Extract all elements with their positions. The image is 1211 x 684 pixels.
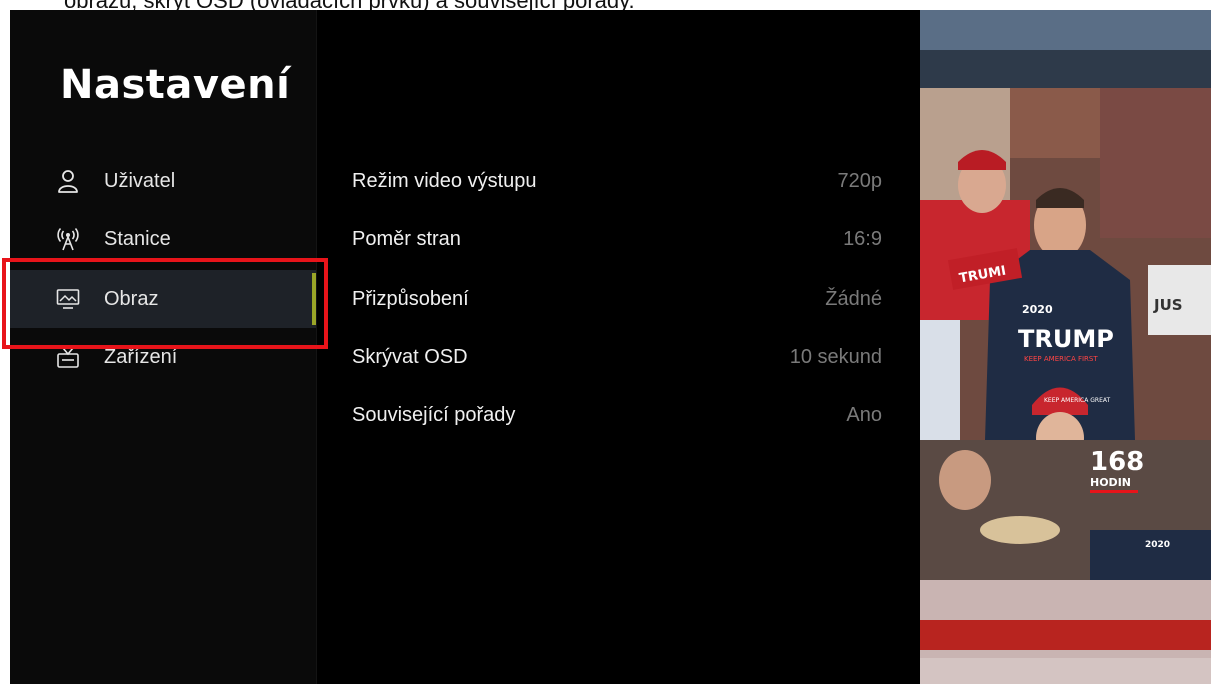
sidebar-item-devices[interactable]: Zařízení [10,328,316,386]
hat-text: KEEP AMERICA GREAT [1044,397,1111,404]
hoodie-text: TRUMP [1018,325,1114,353]
setting-value: Žádné [825,287,882,310]
sidebar-item-user[interactable]: Uživatel [10,152,316,210]
settings-sidebar: Nastavení Uživatel Stanice Obraz Zařízen… [10,10,317,684]
monitor-icon [56,287,80,311]
antenna-icon [56,227,80,251]
sidebar-item-label: Obraz [104,287,159,310]
channel-logo-number: 168 [1090,447,1144,477]
setting-label: Poměr stran [352,227,461,250]
sidebar-item-label: Uživatel [104,169,176,192]
sidebar-item-label: Zařízení [104,345,178,368]
sidebar-item-picture[interactable]: Obraz [10,270,316,328]
preview-image: 2020 TRUMP KEEP AMERICA FIRST KEEP AMERI… [920,10,1211,684]
hoodie-year-text: 2020 [1022,303,1053,316]
live-tv-preview: 2020 TRUMP KEEP AMERICA FIRST KEEP AMERI… [920,10,1211,684]
setting-label: Skrývat OSD [352,345,468,368]
setting-value: 16:9 [843,227,882,250]
setting-hide-osd[interactable]: Skrývat OSD 10 sekund [352,328,882,386]
setting-zoom-fit[interactable]: Přizpůsobení Žádné [352,270,882,328]
hoodie-sub-text: KEEP AMERICA FIRST [1024,355,1098,363]
setting-label: Související pořady [352,403,516,426]
setting-label: Přizpůsobení [352,287,469,310]
setting-aspect-ratio[interactable]: Poměr stran 16:9 [352,210,882,268]
sidebar-item-stations[interactable]: Stanice [10,210,316,268]
sidebar-item-label: Stanice [104,227,171,250]
setting-value: 720p [837,169,883,192]
banner-text: JUS [1153,296,1183,314]
channel-logo-label: HODIN [1090,476,1131,489]
setting-label: Režim video výstupu [352,169,537,192]
setting-video-output-mode[interactable]: Režim video výstupu 720p [352,152,882,210]
device-icon [56,345,80,369]
page-title: Nastavení [60,62,291,108]
setting-value: Ano [846,403,882,426]
corner-text: 2020 [1145,540,1170,550]
tv-settings-screen: Nastavení Uživatel Stanice Obraz Zařízen… [10,10,920,684]
setting-value: 10 sekund [789,345,882,368]
active-indicator [312,273,316,325]
user-icon [56,169,80,193]
setting-related-programs[interactable]: Související pořady Ano [352,386,882,444]
